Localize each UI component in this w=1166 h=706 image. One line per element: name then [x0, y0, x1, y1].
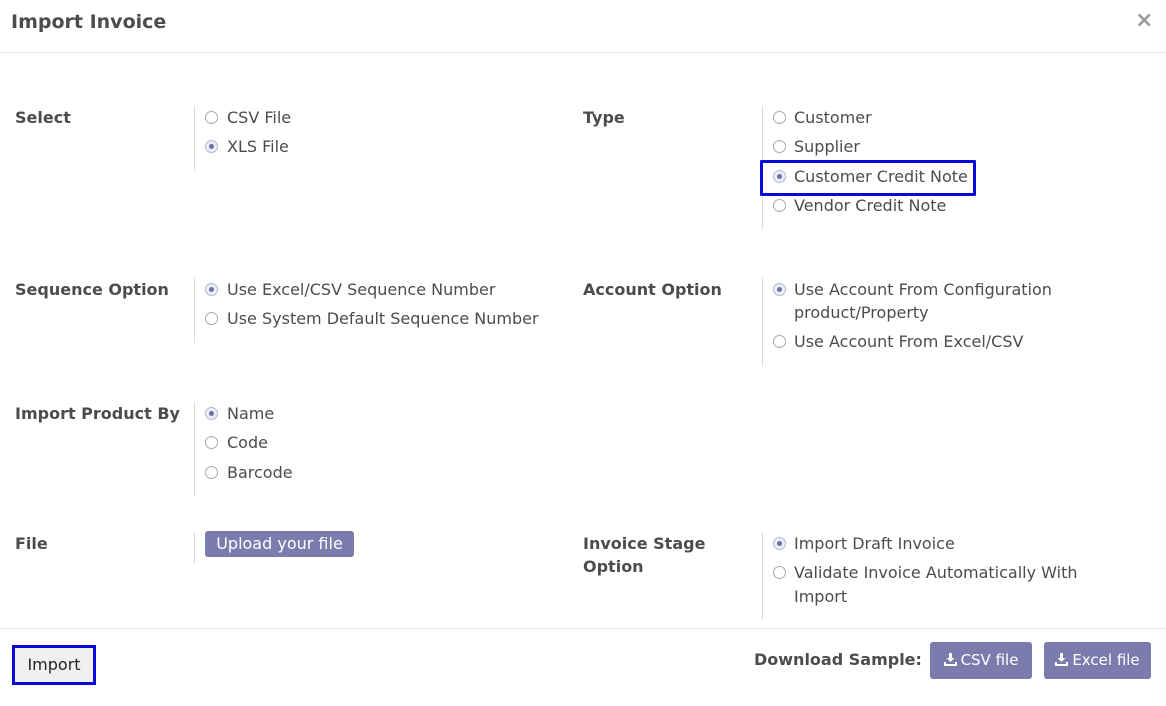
divider	[194, 106, 195, 171]
type-label: Type	[583, 108, 625, 127]
select-label: Select	[15, 108, 71, 127]
divider	[762, 532, 763, 620]
download-csv-button[interactable]: CSV file	[930, 642, 1032, 679]
radio-account-configuration[interactable]	[773, 283, 786, 296]
radio-vendor-credit-note[interactable]	[773, 199, 786, 212]
option-supplier[interactable]: Supplier	[794, 135, 860, 158]
option-system-sequence[interactable]: Use System Default Sequence Number	[227, 307, 539, 330]
radio-draft-invoice[interactable]	[773, 537, 786, 550]
divider	[762, 278, 763, 366]
dialog-header: Import Invoice ×	[0, 0, 1166, 53]
csv-file-label: CSV file	[960, 651, 1019, 669]
excel-file-label: Excel file	[1072, 651, 1140, 669]
download-excel-button[interactable]: Excel file	[1044, 642, 1151, 679]
divider	[194, 402, 195, 496]
file-label: File	[15, 534, 48, 553]
radio-account-excel[interactable]	[773, 335, 786, 348]
option-excel-sequence[interactable]: Use Excel/CSV Sequence Number	[227, 278, 495, 301]
radio-product-code[interactable]	[205, 436, 218, 449]
divider	[194, 278, 195, 343]
radio-system-sequence[interactable]	[205, 312, 218, 325]
close-icon[interactable]: ×	[1135, 10, 1153, 32]
radio-customer[interactable]	[773, 111, 786, 124]
option-customer-credit-note[interactable]: Customer Credit Note	[794, 165, 968, 188]
invoice-stage-label: Invoice Stage	[583, 534, 706, 553]
option-csv-file[interactable]: CSV File	[227, 106, 291, 129]
radio-customer-credit-note[interactable]	[773, 170, 786, 183]
upload-file-button[interactable]: Upload your file	[205, 531, 354, 557]
option-product-code[interactable]: Code	[227, 431, 268, 454]
option-validate-invoice[interactable]: Validate Invoice Automatically With	[794, 561, 1077, 584]
footer-divider	[0, 628, 1166, 629]
option-account-configuration-line2[interactable]: product/Property	[794, 301, 929, 324]
invoice-stage-label-line2: Option	[583, 557, 644, 576]
option-product-name[interactable]: Name	[227, 402, 274, 425]
import-product-by-label: Import Product By	[15, 404, 180, 423]
option-product-barcode[interactable]: Barcode	[227, 461, 293, 484]
option-validate-invoice-line2[interactable]: Import	[794, 585, 847, 608]
dialog-title: Import Invoice	[11, 11, 167, 33]
option-vendor-credit-note[interactable]: Vendor Credit Note	[794, 194, 946, 217]
radio-product-barcode[interactable]	[205, 466, 218, 479]
account-option-label: Account Option	[583, 280, 722, 299]
import-button[interactable]: Import	[12, 645, 96, 685]
radio-validate-invoice[interactable]	[773, 566, 786, 579]
sequence-option-label: Sequence Option	[15, 280, 169, 299]
radio-product-name[interactable]	[205, 407, 218, 420]
radio-csv-file[interactable]	[205, 111, 218, 124]
option-account-configuration[interactable]: Use Account From Configuration	[794, 278, 1052, 301]
divider	[194, 532, 195, 564]
radio-supplier[interactable]	[773, 140, 786, 153]
radio-excel-sequence[interactable]	[205, 283, 218, 296]
download-sample-label: Download Sample:	[754, 650, 922, 669]
option-draft-invoice[interactable]: Import Draft Invoice	[794, 532, 955, 555]
option-account-excel[interactable]: Use Account From Excel/CSV	[794, 330, 1023, 353]
option-xls-file[interactable]: XLS File	[227, 135, 289, 158]
download-icon	[1055, 653, 1069, 666]
option-customer[interactable]: Customer	[794, 106, 872, 129]
radio-xls-file[interactable]	[205, 140, 218, 153]
download-icon	[943, 653, 957, 666]
